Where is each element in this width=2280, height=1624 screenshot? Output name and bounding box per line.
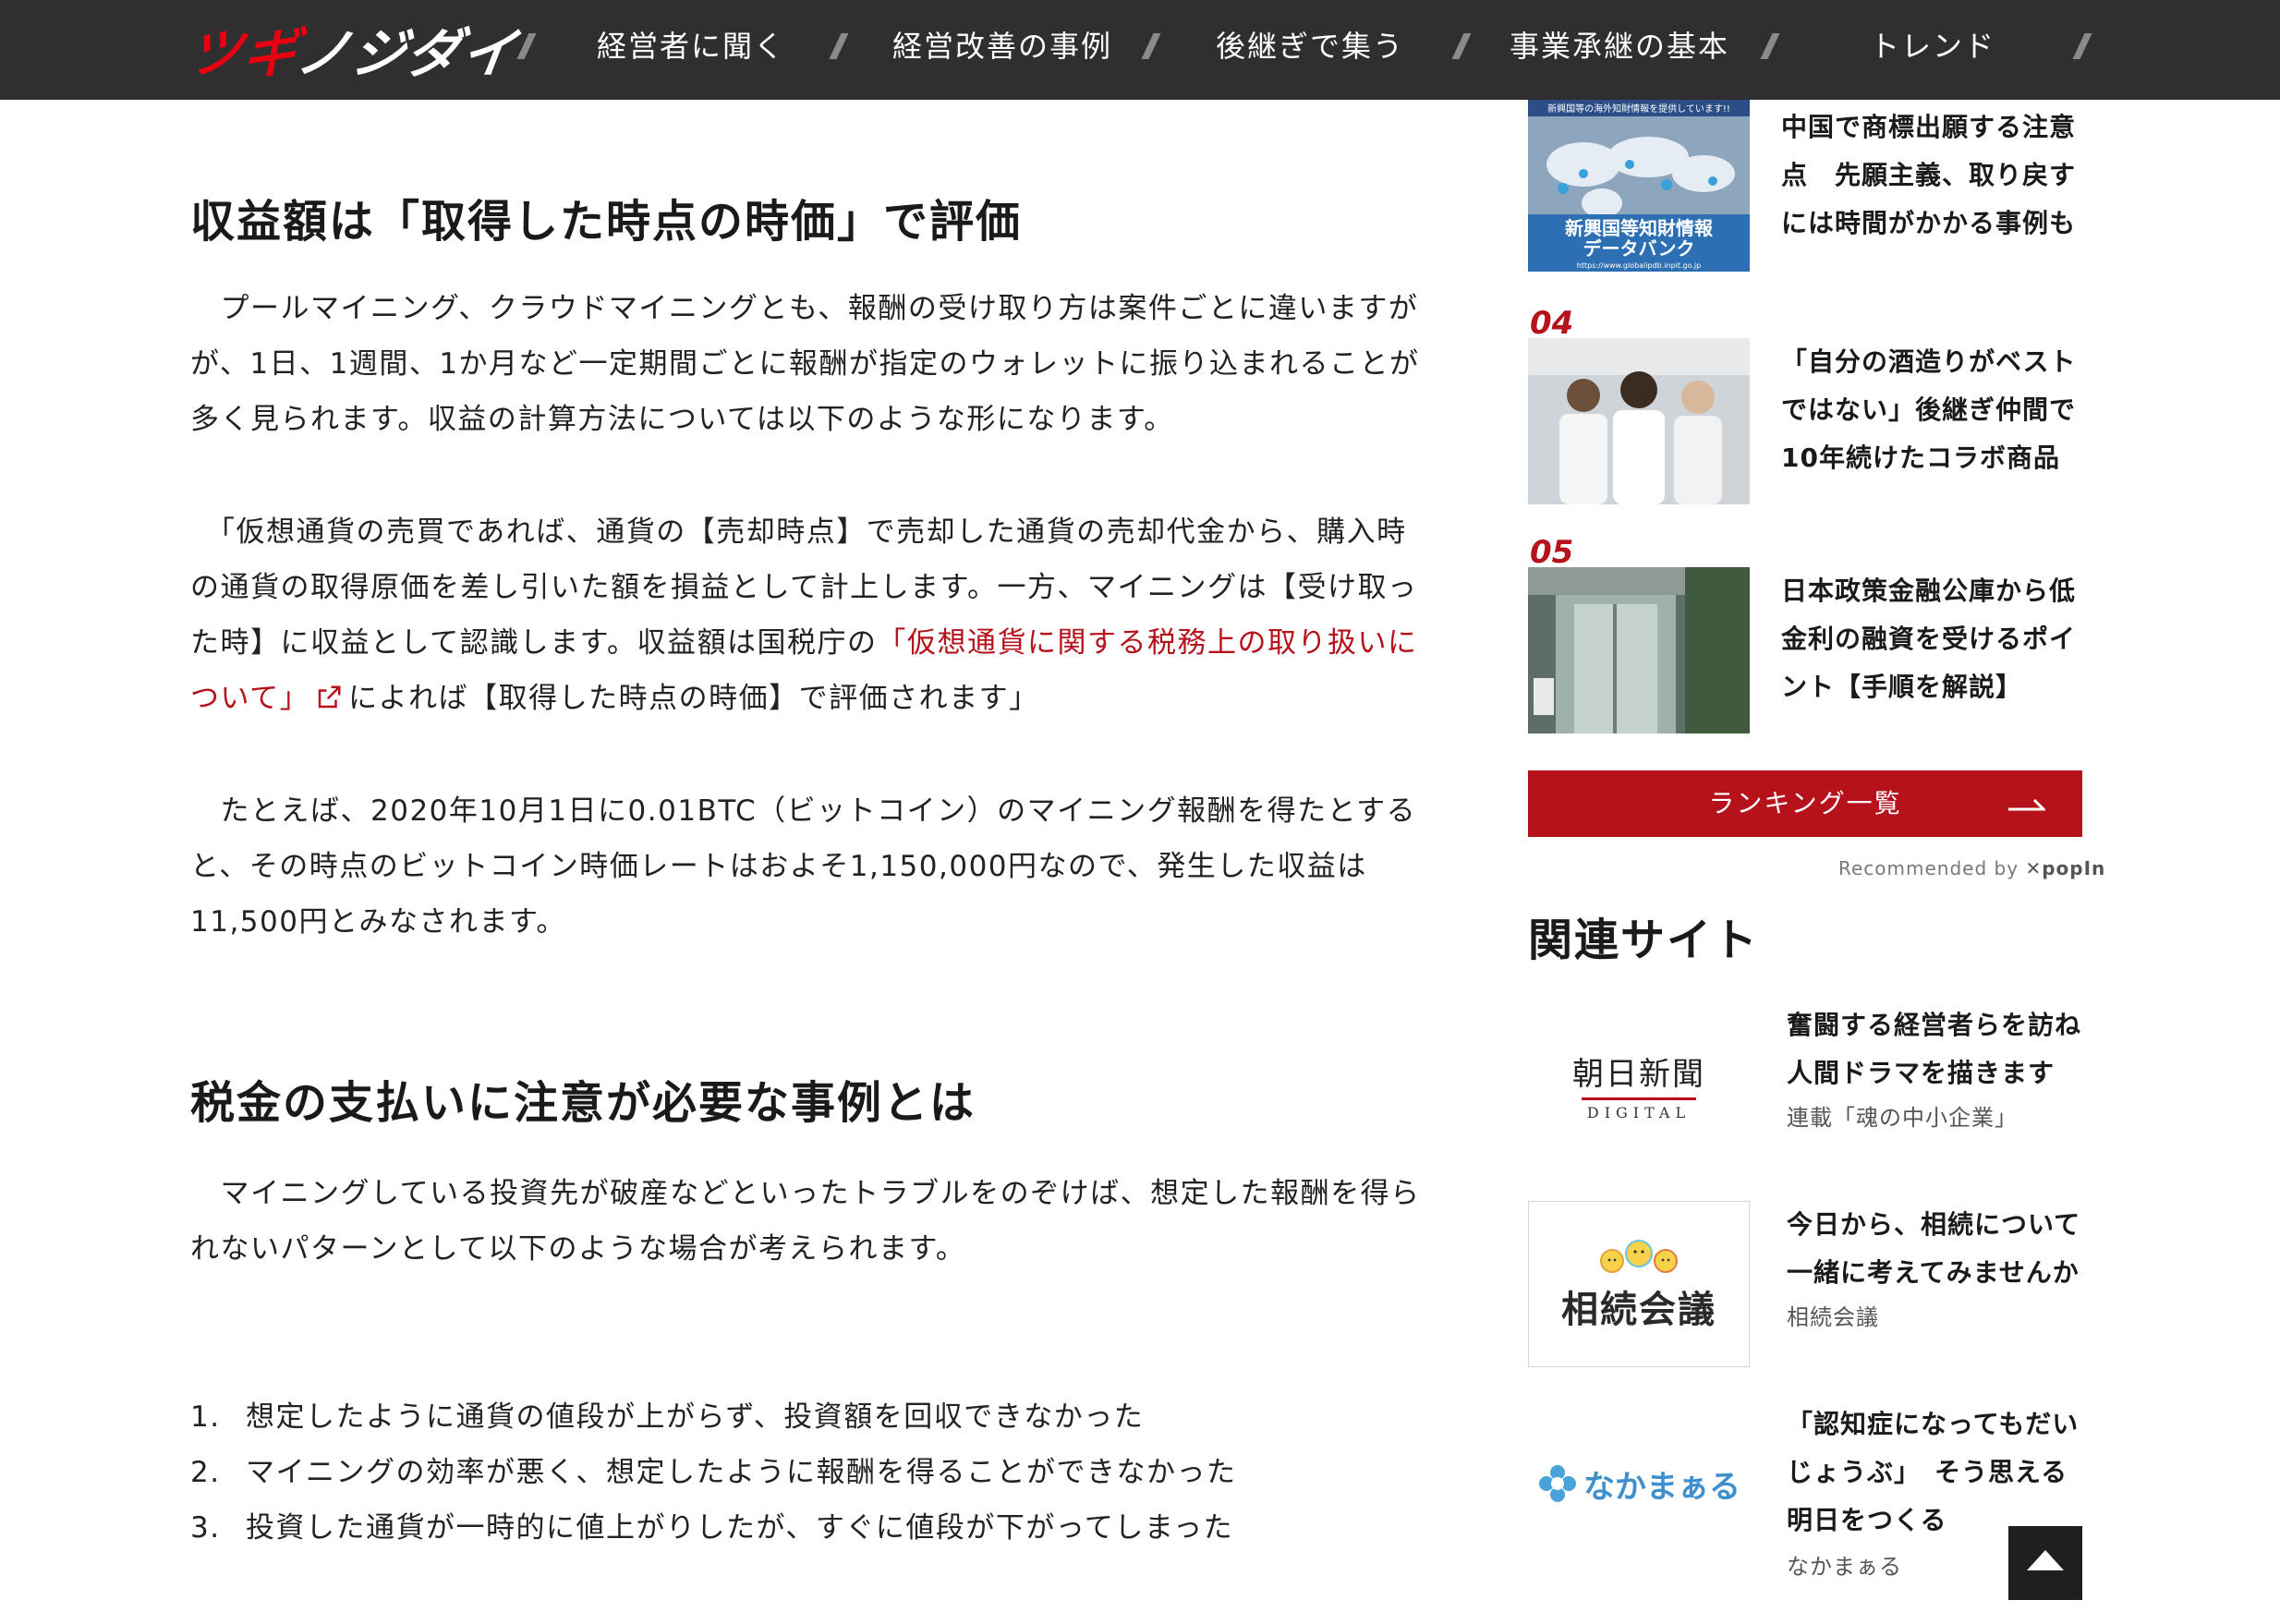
- paragraph-line: プールマイニング、クラウドマイニングとも、報酬の受け取り方は案件ごとに違いますが: [190, 292, 1419, 325]
- ranking-item-04[interactable]: 04 「自分の酒造りがベストではない」後継ぎ仲間で10年続けたコラボ商品: [1528, 305, 2082, 508]
- related-sites-heading: 関連サイト: [1528, 915, 1760, 966]
- ranking-item-05[interactable]: 05 日本政策金融公庫から低金利の融資を受けるポイント【手順を解説】: [1528, 534, 2082, 737]
- nakamaaru-logo[interactable]: なかまぁる: [1528, 1400, 1750, 1567]
- related-title[interactable]: 今日から、相続について一緒に考えてみませんか: [1787, 1201, 2092, 1297]
- related-subtitle: なかまぁる: [1787, 1554, 1902, 1580]
- ranking-number: 05: [1530, 534, 1574, 571]
- nav-separator: [1760, 33, 1780, 59]
- asahi-logo-sub: DIGITAL: [1586, 1103, 1692, 1121]
- paragraph-line: 「仮想通貨の売買であれば、通貨の【売却時点】で売却した通貨の売却代金から、購入時: [190, 515, 1407, 549]
- ranking-item-03[interactable]: 新興国等の海外知財情報を提供しています!! 新興国等知財情報 データバンク ht…: [1528, 100, 2082, 275]
- nav-item-keieisha[interactable]: 経営者に聞く: [597, 0, 785, 100]
- nav-item-kaizen[interactable]: 経営改善の事例: [892, 0, 1112, 100]
- sozoku-kaigi-logo[interactable]: 相続会議: [1528, 1201, 1750, 1367]
- related-site-sozoku[interactable]: 相続会議 今日から、相続について一緒に考えてみませんか 相続会議: [1528, 1201, 2082, 1367]
- section-heading-valuation: 収益額は「取得した時点の時価」で評価: [190, 196, 1023, 248]
- recommended-brand: popIn: [2042, 857, 2106, 879]
- nav-separator: [1451, 33, 1472, 59]
- ranking-title[interactable]: 「自分の酒造りがベストではない」後継ぎ仲間で10年続けたコラボ商品: [1781, 338, 2086, 482]
- ranking-title[interactable]: 日本政策金融公庫から低金利の融資を受けるポイント【手順を解説】: [1781, 567, 2086, 711]
- asahi-digital-logo[interactable]: 朝日新聞 DIGITAL: [1528, 1001, 1750, 1168]
- site-logo[interactable]: ツギノジダイ: [184, 13, 522, 85]
- ranking-thumbnail[interactable]: [1528, 567, 1750, 733]
- thumb-title-2: データバンク: [1583, 237, 1695, 260]
- ranking-button-label: ランキング一覧: [1708, 788, 1902, 818]
- paragraph-text: によれば【取得した時点の時価】で評価されます」: [348, 682, 1039, 715]
- paragraph-line: マイニングしている投資先が破産などといったトラブルをのぞけば、想定した報酬を得ら: [190, 1177, 1421, 1210]
- paragraph-line: れないパターンとして以下のような場合が考えられます。: [190, 1232, 966, 1266]
- ranking-thumbnail[interactable]: [1528, 338, 1750, 504]
- paragraph-line: たとえば、2020年10月1日に0.01BTC（ビットコイン）のマイニング報酬を…: [190, 794, 1417, 828]
- logo-main-text: ツギ: [183, 22, 301, 85]
- nav-item-atotsugi[interactable]: 後継ぎで集う: [1216, 0, 1404, 100]
- nav-item-trend[interactable]: トレンド: [1870, 0, 1995, 100]
- paragraph-line: た時】に収益として認識します。収益額は国税庁の「仮想通貨に関する税務上の取り扱い…: [190, 619, 1417, 661]
- external-link-icon[interactable]: [315, 684, 343, 711]
- related-title[interactable]: 「認知症になってもだいじょうぶ」 そう思える明日をつくる: [1787, 1400, 2092, 1545]
- logo-rest-text: ノジダイ: [292, 22, 522, 85]
- list-item: 1. 想定したように通貨の値段が上がらず、投資額を回収できなかった: [190, 1393, 1144, 1435]
- paragraph-line: の通貨の取得原価を差し引いた額を損益として計上します。一方、マイニングは【受け取…: [190, 571, 1418, 604]
- related-subtitle: 相続会議: [1787, 1304, 1879, 1330]
- nakamaaru-logo-text: なかまぁる: [1583, 1468, 1740, 1506]
- chefs-photo: [1528, 338, 1750, 504]
- paragraph-line: 多く見られます。収益の計算方法については以下のような形になります。: [190, 403, 1174, 436]
- thumb-banner-text: 新興国等の海外知財情報を提供しています!!: [1547, 103, 1730, 115]
- recommended-prefix: Recommended by: [1838, 857, 2019, 879]
- list-number: 1.: [190, 1400, 221, 1434]
- global-nav: 経営者に聞く 経営改善の事例 後継ぎで集う 事業承継の基本 トレンド: [516, 0, 2125, 100]
- related-site-asahi[interactable]: 朝日新聞 DIGITAL 奮闘する経営者らを訪ね人間ドラマを描きます 連載「魂の…: [1528, 1001, 2082, 1168]
- list-text: マイニングの効率が悪く、想定したように報酬を得ることができなかった: [246, 1456, 1237, 1489]
- paragraph-line: と、その時点のビットコイン時価レートはおよそ1,150,000円なので、発生した…: [190, 850, 1367, 883]
- nav-separator: [516, 33, 537, 59]
- family-faces-icon: [1600, 1240, 1678, 1273]
- sozoku-logo-text: 相続会議: [1561, 1288, 1716, 1331]
- nta-guideline-link-cont[interactable]: ついて」: [190, 682, 309, 715]
- ranking-list-button[interactable]: ランキング一覧: [1528, 770, 2082, 837]
- nav-separator: [2072, 33, 2092, 59]
- paragraph-line: 11,500円とみなされます。: [190, 905, 566, 939]
- list-text: 投資した通貨が一時的に値上がりしたが、すぐに値段が下がってしまった: [246, 1511, 1234, 1545]
- section-heading-tax-cases: 税金の支払いに注意が必要な事例とは: [190, 1077, 976, 1129]
- thumb-url-text: https://www.globalipdb.inpit.go.jp: [1577, 261, 1701, 270]
- arrow-up-icon: [2027, 1550, 2064, 1570]
- related-site-nakamaaru[interactable]: なかまぁる 「認知症になってもだいじょうぶ」 そう思える明日をつくる なかまぁる: [1528, 1400, 2082, 1580]
- list-number: 3.: [190, 1511, 221, 1545]
- ranking-number: 04: [1530, 305, 1574, 342]
- site-header: ツギノジダイ 経営者に聞く 経営改善の事例 後継ぎで集う 事業承継の基本 トレン…: [0, 0, 2280, 100]
- paragraph-line: ついて」 によれば【取得した時点の時価】で評価されます」: [190, 674, 1039, 716]
- recommended-by-popin[interactable]: Recommended by ✕popIn: [1838, 857, 2105, 879]
- paragraph-text: た時】に収益として認識します。収益額は国税庁の: [190, 626, 878, 660]
- related-title[interactable]: 奮闘する経営者らを訪ね人間ドラマを描きます: [1787, 1001, 2092, 1097]
- flower-icon: [1539, 1465, 1576, 1502]
- asahi-logo-rule: [1582, 1097, 1696, 1100]
- popin-icon: ✕: [2025, 857, 2043, 879]
- nav-separator: [829, 33, 849, 59]
- thumb-title-1: 新興国等知財情報: [1565, 217, 1714, 239]
- nav-separator: [1141, 33, 1161, 59]
- nav-item-shokei[interactable]: 事業承継の基本: [1510, 0, 1729, 100]
- back-to-top-button[interactable]: [2008, 1526, 2082, 1600]
- asahi-logo-text: 朝日新聞: [1572, 1055, 1705, 1093]
- ranking-title[interactable]: 中国で商標出願する注意点 先願主義、取り戻すには時間がかかる事例も: [1781, 103, 2086, 248]
- paragraph-line: が、1日、1週間、1か月など一定期間ごとに報酬が指定のウォレットに振り込まれるこ…: [190, 347, 1420, 381]
- list-item: 2. マイニングの効率が悪く、想定したように報酬を得ることができなかった: [190, 1448, 1237, 1490]
- building-entrance-photo: [1528, 567, 1750, 733]
- list-text: 想定したように通貨の値段が上がらず、投資額を回収できなかった: [246, 1400, 1145, 1434]
- list-number: 2.: [190, 1456, 221, 1489]
- nta-guideline-link[interactable]: 「仮想通貨に関する税務上の取り扱いに: [877, 626, 1417, 660]
- ranking-thumbnail[interactable]: 新興国等の海外知財情報を提供しています!! 新興国等知財情報 データバンク ht…: [1528, 100, 1750, 272]
- list-item: 3. 投資した通貨が一時的に値上がりしたが、すぐに値段が下がってしまった: [190, 1504, 1233, 1545]
- arrow-right-icon: [2008, 798, 2045, 811]
- related-subtitle: 連載「魂の中小企業」: [1787, 1105, 2018, 1131]
- world-map-image: 新興国等の海外知財情報を提供しています!! 新興国等知財情報 データバンク ht…: [1528, 100, 1750, 272]
